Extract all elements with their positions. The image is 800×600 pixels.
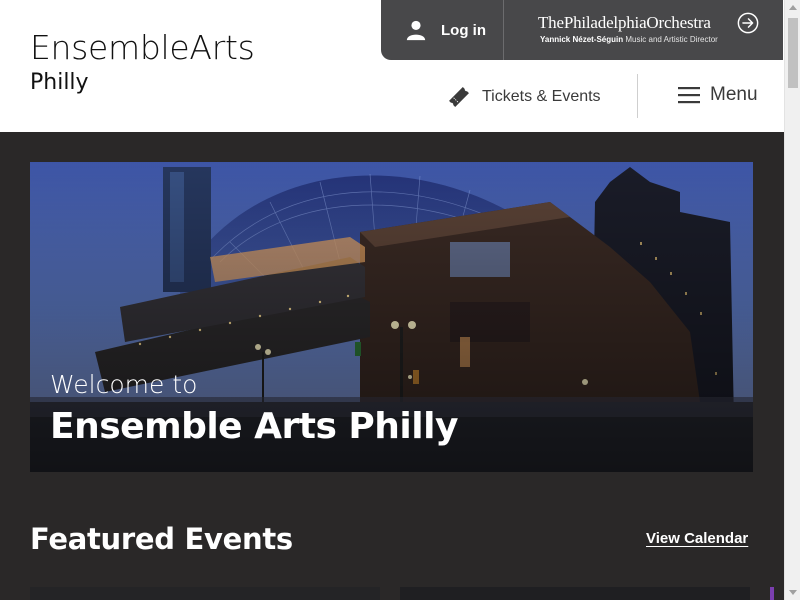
menu-label: Menu xyxy=(710,84,758,105)
page-scrollbar[interactable] xyxy=(784,0,800,600)
scrollbar-thumb[interactable] xyxy=(788,18,798,88)
arrow-right-circle-icon xyxy=(737,12,759,34)
orchestra-title: ThePhiladelphiaOrchestra xyxy=(538,13,711,32)
site-header: EnsembleArts Philly Log in ThePhiladelph… xyxy=(0,0,784,132)
event-card[interactable] xyxy=(30,587,380,600)
tickets-events-link[interactable]: Tickets & Events xyxy=(446,84,601,110)
scroll-down-arrow-icon[interactable] xyxy=(789,590,797,595)
carousel-accent-bar xyxy=(770,587,774,600)
view-calendar-link[interactable]: View Calendar xyxy=(646,530,748,547)
featured-events-heading: Featured Events xyxy=(30,522,293,556)
director-name: Yannick Nézet-Séguin xyxy=(540,35,624,44)
hero-title: Ensemble Arts Philly xyxy=(50,406,458,447)
utility-bar: Log in ThePhiladelphiaOrchestra Yannick … xyxy=(381,0,783,60)
event-card[interactable] xyxy=(400,587,750,600)
login-button[interactable]: Log in xyxy=(381,0,503,60)
menu-button[interactable]: Menu xyxy=(678,84,758,106)
hamburger-menu-icon xyxy=(678,87,700,104)
philadelphia-orchestra-link[interactable]: ThePhiladelphiaOrchestra Yannick Nézet-S… xyxy=(504,0,783,60)
hero-banner: Welcome to Ensemble Arts Philly xyxy=(30,162,753,472)
user-icon xyxy=(406,20,426,41)
scroll-up-arrow-icon[interactable] xyxy=(789,5,797,10)
logo-main-text: EnsembleArts xyxy=(30,28,255,67)
ensemble-arts-logo[interactable]: EnsembleArts Philly xyxy=(30,28,255,96)
login-label: Log in xyxy=(441,21,486,39)
ticket-icon xyxy=(449,87,469,107)
director-role: Music and Artistic Director xyxy=(625,35,718,44)
hero-pretitle: Welcome to xyxy=(50,370,198,399)
tickets-events-label: Tickets & Events xyxy=(482,88,601,105)
logo-sub-text: Philly xyxy=(30,70,89,95)
nav-divider xyxy=(637,74,638,118)
orchestra-director: Yannick Nézet-Séguin Music and Artistic … xyxy=(540,35,718,44)
